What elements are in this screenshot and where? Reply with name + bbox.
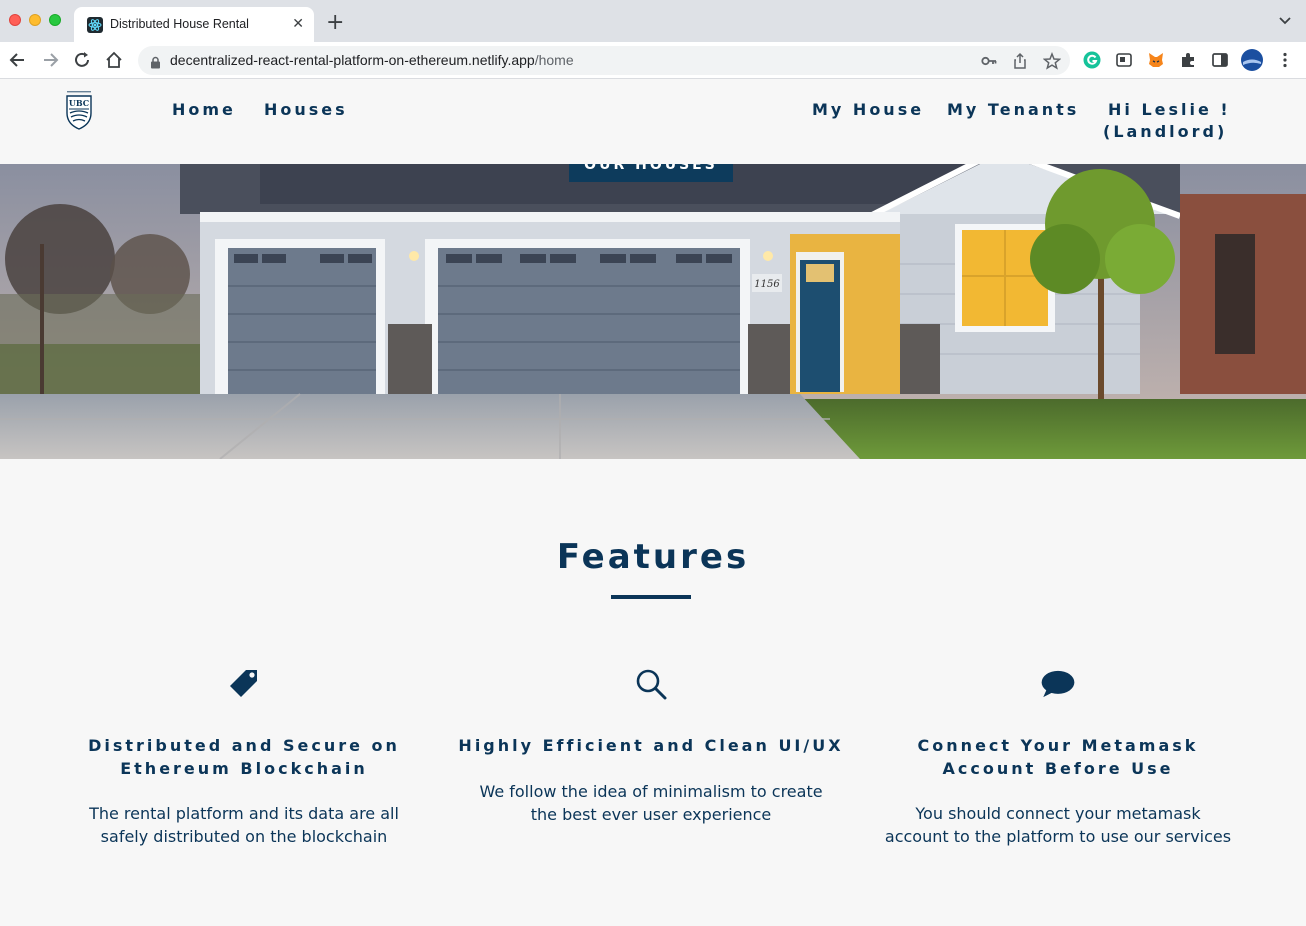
- feature-title-line2: Ethereum Blockchain: [120, 759, 368, 778]
- features-underline: [611, 595, 691, 599]
- forward-arrow-icon[interactable]: [40, 50, 60, 70]
- search-icon: [633, 666, 669, 702]
- window-zoom-button[interactable]: [49, 14, 61, 26]
- puzzle-extension-icon[interactable]: [1115, 51, 1133, 69]
- features-heading: Features: [556, 537, 750, 577]
- window-minimize-button[interactable]: [29, 14, 41, 26]
- react-favicon-icon: [87, 17, 103, 33]
- key-icon[interactable]: [980, 52, 998, 70]
- feature-title-line1: Distributed and Secure on: [88, 736, 400, 755]
- site-header: UBC Home Houses My House My Tenants Hi L…: [0, 80, 1306, 164]
- new-tab-button[interactable]: +: [326, 11, 344, 35]
- url-host: decentralized-react-rental-platform-on-e…: [170, 52, 535, 68]
- tab-close-icon[interactable]: ✕: [292, 15, 304, 33]
- feature-text-line2: account to the platform to use our servi…: [884, 827, 1232, 846]
- tab-search-chevron-icon[interactable]: [1278, 13, 1292, 32]
- feature-description: We follow the idea of minimalism to crea…: [447, 780, 855, 826]
- user-greeting-role[interactable]: (Landlord): [1103, 122, 1227, 141]
- address-bar[interactable]: decentralized-react-rental-platform-on-e…: [138, 46, 1070, 75]
- feature-description: You should connect your metamask account…: [854, 802, 1262, 848]
- feature-text-line1: You should connect your metamask: [915, 804, 1201, 823]
- feature-title: Connect Your Metamask Account Before Use: [854, 734, 1262, 780]
- our-houses-button[interactable]: OUR HOUSES: [569, 164, 733, 182]
- feature-title: Highly Efficient and Clean UI/UX: [447, 734, 855, 757]
- feature-text-line2: safely distributed on the blockchain: [100, 827, 388, 846]
- reload-icon[interactable]: [72, 50, 92, 70]
- lock-icon[interactable]: [150, 54, 161, 73]
- feature-title-line1: Connect Your Metamask: [917, 736, 1199, 755]
- feature-text-line1: We follow the idea of minimalism to crea…: [479, 782, 823, 801]
- metamask-fox-icon[interactable]: [1147, 51, 1165, 69]
- url-text[interactable]: decentralized-react-rental-platform-on-e…: [170, 52, 574, 68]
- tag-icon: [226, 666, 262, 702]
- window-close-button[interactable]: [9, 14, 21, 26]
- nav-home-link[interactable]: Home: [172, 100, 236, 119]
- feature-text-line2: the best ever user experience: [530, 805, 772, 824]
- chrome-menu-icon[interactable]: [1276, 51, 1294, 69]
- tab-title: Distributed House Rental: [110, 17, 249, 31]
- feature-text-line1: The rental platform and its data are all: [89, 804, 399, 823]
- bookmark-star-icon[interactable]: [1042, 51, 1062, 70]
- share-icon[interactable]: [1011, 52, 1029, 70]
- browser-tab-active[interactable]: Distributed House Rental ✕: [74, 7, 314, 42]
- nav-my-tenants-link[interactable]: My Tenants: [947, 100, 1079, 119]
- feature-title-line2: Account Before Use: [942, 759, 1174, 778]
- feature-description: The rental platform and its data are all…: [40, 802, 448, 848]
- speech-bubble-icon: [1040, 666, 1076, 702]
- logo-text: UBC: [69, 98, 89, 108]
- nav-my-house-link[interactable]: My House: [812, 100, 924, 119]
- grammarly-extension-icon[interactable]: [1083, 51, 1101, 69]
- extensions-puzzle-icon[interactable]: [1179, 51, 1197, 69]
- feature-title: Distributed and Secure on Ethereum Block…: [40, 734, 448, 780]
- back-arrow-icon[interactable]: [8, 50, 28, 70]
- browser-toolbar: decentralized-react-rental-platform-on-e…: [0, 42, 1306, 79]
- hero-house-image: 1156 OUR HOUSES: [0, 164, 1306, 459]
- side-panel-icon[interactable]: [1211, 51, 1229, 69]
- home-icon[interactable]: [104, 50, 124, 70]
- browser-tab-bar: Distributed House Rental ✕ +: [0, 0, 1306, 42]
- user-greeting-name[interactable]: Hi Leslie !: [1108, 100, 1231, 119]
- nav-houses-link[interactable]: Houses: [264, 100, 348, 119]
- url-path: /home: [534, 52, 574, 68]
- house-number-text: 1156: [754, 279, 780, 290]
- ubc-logo[interactable]: UBC: [64, 91, 94, 131]
- profile-avatar[interactable]: [1241, 49, 1263, 71]
- feature-title-line1: Highly Efficient and Clean UI/UX: [458, 736, 844, 755]
